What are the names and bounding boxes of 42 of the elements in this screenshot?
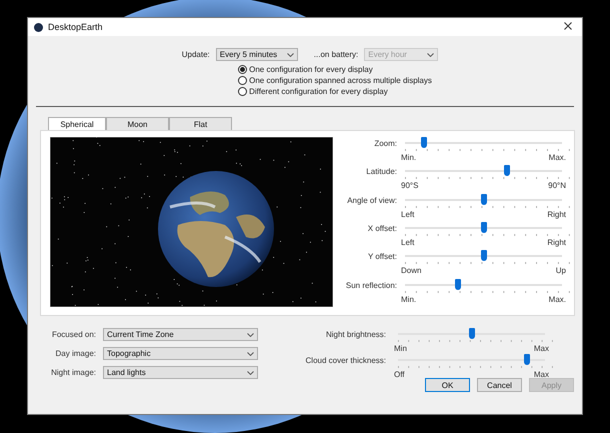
dialog-button[interactable]: Cancel: [477, 378, 522, 392]
slider-label: Latitude:: [365, 166, 397, 178]
slider-min-label: Down: [401, 266, 422, 276]
setting-label: Day image:: [54, 349, 96, 358]
setting-label: Focused on:: [50, 330, 96, 339]
slider-max-label: Max.: [548, 294, 566, 304]
slider-min-label: 90°S: [401, 181, 418, 190]
setting-dropdown[interactable]: Land lights: [103, 366, 258, 379]
display-mode-option[interactable]: One configuration for every display: [238, 65, 432, 74]
slider-label: Zoom:: [373, 138, 397, 150]
slider-max-label: Max: [534, 344, 549, 353]
slider-max-label: Right: [547, 210, 566, 219]
slider-label: Sun reflection:: [344, 280, 397, 292]
slider-max-label: Max.: [548, 153, 566, 162]
slider-label: Cloud cover thickness:: [304, 355, 386, 367]
slider-max-label: Up: [556, 266, 566, 276]
slider-label: Night brightness:: [324, 329, 386, 341]
slider-min-label: Off: [394, 370, 405, 379]
setting-dropdown[interactable]: Current Time Zone: [103, 328, 258, 341]
setting-dropdown[interactable]: Topographic: [103, 347, 258, 360]
slider-max-label: 90°N: [548, 181, 566, 190]
tab[interactable]: Moon: [106, 117, 169, 130]
slider-label: X offset:: [366, 222, 397, 235]
slider-min-label: Left: [401, 210, 414, 219]
slider-max-label: Right: [547, 238, 566, 247]
battery-label: ...on battery:: [314, 50, 358, 59]
slider-min-label: Min.: [401, 294, 416, 304]
slider-max-label: Max: [534, 370, 549, 379]
update-dropdown[interactable]: Every 5 minutes: [216, 48, 298, 61]
display-mode-option[interactable]: One configuration spanned across multiple displays: [238, 76, 432, 85]
slider-min-label: Min: [394, 344, 407, 353]
tab[interactable]: Flat: [169, 117, 232, 130]
slider-min-label: Min.: [401, 153, 416, 162]
setting-label: Night image:: [50, 368, 96, 377]
window-title: DesktopEarth: [48, 22, 104, 32]
slider-label: Angle of view:: [346, 194, 397, 207]
tab[interactable]: Spherical: [48, 117, 106, 130]
display-mode-option[interactable]: Different configuration for every display: [238, 87, 432, 96]
update-label: Update:: [182, 50, 210, 59]
slider-label: Y offset:: [366, 251, 397, 264]
slider-min-label: Left: [401, 238, 414, 247]
ok-button[interactable]: OK: [425, 378, 470, 392]
